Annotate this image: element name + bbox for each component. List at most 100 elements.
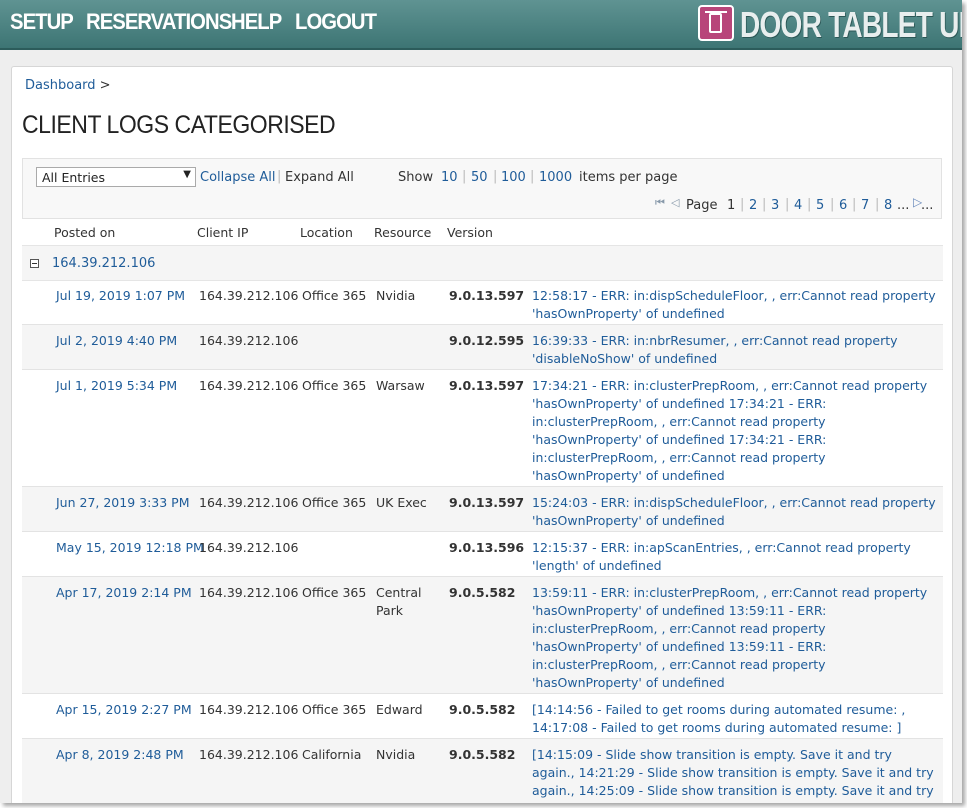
table-row: Jul 1, 2019 5:34 PM 164.39.212.106 Offic… bbox=[22, 370, 943, 487]
table-row: Jul 19, 2019 1:07 PM 164.39.212.106 Offi… bbox=[22, 280, 943, 325]
page-label: Page bbox=[686, 198, 718, 213]
divider: | bbox=[875, 197, 880, 212]
first-page-icon[interactable]: ⏮ bbox=[655, 196, 665, 210]
nav-reservations[interactable]: RESERVATIONS bbox=[86, 9, 232, 35]
divider: | bbox=[277, 169, 282, 184]
row-location: California bbox=[302, 747, 362, 762]
app-window: SETUP RESERVATIONS HELP LOGOUT DOOR TABL… bbox=[0, 0, 962, 803]
row-location: Office 365 bbox=[302, 288, 367, 303]
col-location[interactable]: Location bbox=[300, 225, 353, 240]
page-4-link[interactable]: 4 bbox=[794, 198, 802, 213]
row-date-link[interactable]: May 15, 2019 12:18 PM bbox=[56, 539, 204, 557]
table-row: May 15, 2019 12:18 PM 164.39.212.106 9.0… bbox=[22, 532, 943, 577]
per-page-1000[interactable]: 1000 bbox=[539, 170, 572, 185]
table-header: Posted on Client IP Location Resource Ve… bbox=[22, 218, 943, 244]
row-location: Office 365 bbox=[302, 495, 367, 510]
divider: | bbox=[493, 169, 498, 184]
row-client-ip: 164.39.212.106 bbox=[199, 702, 299, 717]
page-1-current: 1 bbox=[727, 198, 736, 213]
per-page-10[interactable]: 10 bbox=[441, 170, 458, 185]
row-client-ip: 164.39.212.106 bbox=[199, 288, 299, 303]
entries-filter-value: All Entries bbox=[42, 170, 106, 185]
row-date-link[interactable]: Jul 19, 2019 1:07 PM bbox=[56, 287, 185, 305]
col-version[interactable]: Version bbox=[447, 225, 493, 240]
divider: | bbox=[785, 197, 790, 212]
row-resource: Nvidia bbox=[376, 747, 416, 762]
row-version: 9.0.13.596 bbox=[449, 540, 525, 555]
per-page-100[interactable]: 100 bbox=[501, 170, 526, 185]
divider: | bbox=[830, 197, 835, 212]
page-3-link[interactable]: 3 bbox=[771, 198, 779, 213]
row-date-link[interactable]: Apr 15, 2019 2:27 PM bbox=[56, 701, 192, 719]
row-version: 9.0.13.597 bbox=[449, 495, 525, 510]
table-row: Apr 15, 2019 2:27 PM 164.39.212.106 Offi… bbox=[22, 694, 943, 739]
col-resource[interactable]: Resource bbox=[374, 225, 431, 240]
table-row: Jun 27, 2019 3:33 PM 164.39.212.106 Offi… bbox=[22, 487, 943, 532]
row-version: 9.0.5.582 bbox=[449, 702, 516, 717]
table-row: Jul 2, 2019 4:40 PM 164.39.212.106 9.0.1… bbox=[22, 325, 943, 370]
row-log-message[interactable]: [14:15:09 - Slide show transition is emp… bbox=[532, 746, 937, 800]
nav-setup[interactable]: SETUP bbox=[10, 9, 74, 35]
table-row: Apr 8, 2019 2:48 PM 164.39.212.106 Calif… bbox=[22, 739, 943, 803]
collapse-all-button[interactable]: Collapse All bbox=[200, 170, 276, 185]
nav-logout[interactable]: LOGOUT bbox=[295, 9, 377, 35]
row-log-message[interactable]: 17:34:21 - ERR: in:clusterPrepRoom, , er… bbox=[532, 377, 937, 485]
more-pages-ellipsis[interactable]: ... bbox=[921, 198, 933, 213]
row-date-link[interactable]: Jul 1, 2019 5:34 PM bbox=[56, 377, 177, 395]
row-version: 9.0.12.595 bbox=[449, 333, 525, 348]
expand-all-button[interactable]: Expand All bbox=[285, 170, 354, 185]
divider: | bbox=[740, 197, 745, 212]
show-label: Show bbox=[398, 170, 434, 185]
row-client-ip: 164.39.212.106 bbox=[199, 495, 299, 510]
row-location: Office 365 bbox=[302, 702, 367, 717]
prev-page-icon[interactable]: ◁ bbox=[671, 196, 679, 209]
main-panel: Dashboard > CLIENT LOGS CATEGORISED All … bbox=[11, 66, 953, 803]
divider: | bbox=[807, 197, 812, 212]
row-version: 9.0.13.597 bbox=[449, 288, 525, 303]
breadcrumb-separator: > bbox=[99, 78, 111, 93]
group-row: 164.39.212.106 bbox=[22, 245, 943, 281]
row-log-message[interactable]: 15:24:03 - ERR: in:dispScheduleFloor, , … bbox=[532, 494, 937, 530]
top-nav-bar: SETUP RESERVATIONS HELP LOGOUT DOOR TABL… bbox=[0, 0, 962, 50]
page-7-link[interactable]: 7 bbox=[861, 198, 869, 213]
divider: | bbox=[852, 197, 857, 212]
nav-help[interactable]: HELP bbox=[231, 9, 282, 35]
row-client-ip: 164.39.212.106 bbox=[199, 378, 299, 393]
col-client-ip[interactable]: Client IP bbox=[197, 225, 248, 240]
brand-title: DOOR TABLET UI bbox=[740, 4, 962, 45]
items-per-page-label: items per page bbox=[579, 170, 678, 185]
row-log-message[interactable]: 13:59:11 - ERR: in:clusterPrepRoom, , er… bbox=[532, 584, 937, 692]
breadcrumb: Dashboard > bbox=[25, 78, 111, 93]
page-5-link[interactable]: 5 bbox=[816, 198, 824, 213]
row-client-ip: 164.39.212.106 bbox=[199, 540, 299, 555]
row-location: Office 365 bbox=[302, 585, 367, 600]
row-client-ip: 164.39.212.106 bbox=[199, 585, 299, 600]
row-date-link[interactable]: Apr 17, 2019 2:14 PM bbox=[56, 584, 192, 602]
row-log-message[interactable]: 12:58:17 - ERR: in:dispScheduleFloor, , … bbox=[532, 287, 937, 323]
per-page-50[interactable]: 50 bbox=[471, 170, 488, 185]
page-6-link[interactable]: 6 bbox=[839, 198, 847, 213]
pages-ellipsis: ... bbox=[897, 198, 910, 213]
row-client-ip: 164.39.212.106 bbox=[199, 333, 299, 348]
page-2-link[interactable]: 2 bbox=[749, 198, 757, 213]
breadcrumb-dashboard-link[interactable]: Dashboard bbox=[25, 78, 96, 93]
row-resource: Warsaw bbox=[376, 378, 425, 393]
row-log-message[interactable]: [14:14:56 - Failed to get rooms during a… bbox=[532, 701, 937, 737]
row-log-message[interactable]: 12:15:37 - ERR: in:apScanEntries, , err:… bbox=[532, 539, 937, 575]
page-8-link[interactable]: 8 bbox=[884, 198, 892, 213]
row-date-link[interactable]: Jul 2, 2019 4:40 PM bbox=[56, 332, 177, 350]
row-date-link[interactable]: Jun 27, 2019 3:33 PM bbox=[56, 494, 190, 512]
row-date-link[interactable]: Apr 8, 2019 2:48 PM bbox=[56, 746, 184, 764]
divider: | bbox=[462, 169, 467, 184]
group-ip-link[interactable]: 164.39.212.106 bbox=[52, 255, 155, 273]
entries-filter-select[interactable]: All Entries ▼ bbox=[36, 167, 196, 187]
row-resource: Edward bbox=[376, 702, 423, 717]
col-posted-on[interactable]: Posted on bbox=[54, 225, 115, 240]
collapse-group-icon[interactable] bbox=[30, 259, 39, 268]
row-log-message[interactable]: 16:39:33 - ERR: in:nbrResumer, , err:Can… bbox=[532, 332, 937, 368]
row-resource: Central Park bbox=[376, 585, 422, 618]
divider: | bbox=[530, 169, 535, 184]
door-tablet-logo-icon bbox=[698, 5, 734, 41]
row-version: 9.0.5.582 bbox=[449, 585, 516, 600]
row-client-ip: 164.39.212.106 bbox=[199, 747, 299, 762]
